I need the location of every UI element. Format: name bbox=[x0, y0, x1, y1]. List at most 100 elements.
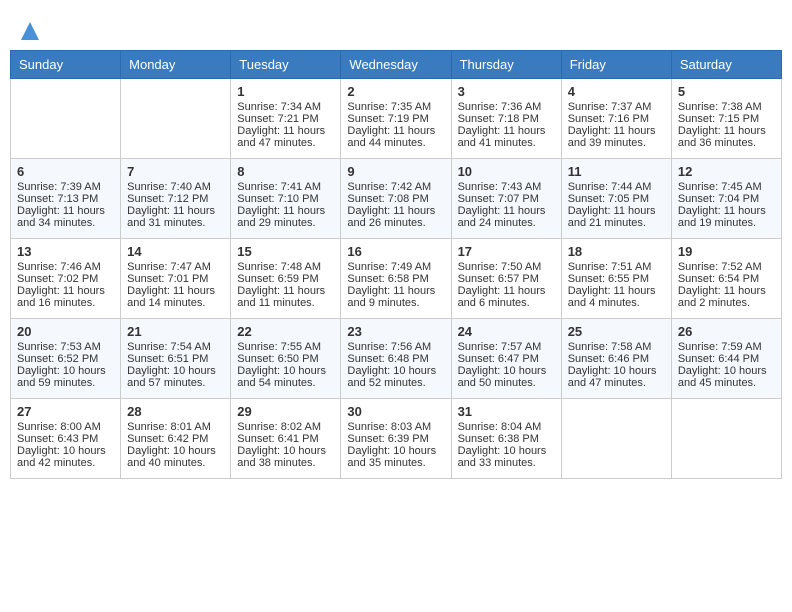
sunset-text: Sunset: 6:42 PM bbox=[127, 433, 208, 445]
daylight-text: Daylight: 11 hours and 4 minutes. bbox=[568, 285, 656, 309]
sunrise-text: Sunrise: 7:42 AM bbox=[347, 181, 431, 193]
sunrise-text: Sunrise: 8:03 AM bbox=[347, 421, 431, 433]
calendar-cell bbox=[561, 398, 671, 478]
calendar-cell: 26 Sunrise: 7:59 AM Sunset: 6:44 PM Dayl… bbox=[671, 318, 781, 398]
calendar-cell: 16 Sunrise: 7:49 AM Sunset: 6:58 PM Dayl… bbox=[341, 238, 451, 318]
calendar-week-row: 1 Sunrise: 7:34 AM Sunset: 7:21 PM Dayli… bbox=[11, 78, 782, 158]
day-number: 12 bbox=[678, 164, 775, 179]
sunrise-text: Sunrise: 7:51 AM bbox=[568, 261, 652, 273]
day-number: 14 bbox=[127, 244, 224, 259]
daylight-text: Daylight: 11 hours and 44 minutes. bbox=[347, 125, 435, 149]
calendar-cell: 12 Sunrise: 7:45 AM Sunset: 7:04 PM Dayl… bbox=[671, 158, 781, 238]
sunset-text: Sunset: 7:16 PM bbox=[568, 113, 649, 125]
sunrise-text: Sunrise: 8:02 AM bbox=[237, 421, 321, 433]
daylight-text: Daylight: 11 hours and 41 minutes. bbox=[458, 125, 546, 149]
day-number: 11 bbox=[568, 164, 665, 179]
calendar-cell: 14 Sunrise: 7:47 AM Sunset: 7:01 PM Dayl… bbox=[121, 238, 231, 318]
sunrise-text: Sunrise: 7:47 AM bbox=[127, 261, 211, 273]
daylight-text: Daylight: 10 hours and 38 minutes. bbox=[237, 445, 326, 469]
calendar-cell: 19 Sunrise: 7:52 AM Sunset: 6:54 PM Dayl… bbox=[671, 238, 781, 318]
day-of-week-header: Saturday bbox=[671, 50, 781, 78]
sunset-text: Sunset: 7:13 PM bbox=[17, 193, 98, 205]
day-of-week-header: Sunday bbox=[11, 50, 121, 78]
sunrise-text: Sunrise: 7:46 AM bbox=[17, 261, 101, 273]
day-of-week-header: Tuesday bbox=[231, 50, 341, 78]
day-number: 13 bbox=[17, 244, 114, 259]
calendar-cell: 6 Sunrise: 7:39 AM Sunset: 7:13 PM Dayli… bbox=[11, 158, 121, 238]
sunset-text: Sunset: 6:41 PM bbox=[237, 433, 318, 445]
sunrise-text: Sunrise: 7:44 AM bbox=[568, 181, 652, 193]
calendar-table: SundayMondayTuesdayWednesdayThursdayFrid… bbox=[10, 50, 782, 479]
day-number: 10 bbox=[458, 164, 555, 179]
sunrise-text: Sunrise: 7:49 AM bbox=[347, 261, 431, 273]
daylight-text: Daylight: 11 hours and 16 minutes. bbox=[17, 285, 105, 309]
sunrise-text: Sunrise: 7:39 AM bbox=[17, 181, 101, 193]
daylight-text: Daylight: 10 hours and 47 minutes. bbox=[568, 365, 657, 389]
calendar-week-row: 20 Sunrise: 7:53 AM Sunset: 6:52 PM Dayl… bbox=[11, 318, 782, 398]
calendar-cell: 18 Sunrise: 7:51 AM Sunset: 6:55 PM Dayl… bbox=[561, 238, 671, 318]
day-number: 6 bbox=[17, 164, 114, 179]
sunset-text: Sunset: 7:21 PM bbox=[237, 113, 318, 125]
calendar-cell: 7 Sunrise: 7:40 AM Sunset: 7:12 PM Dayli… bbox=[121, 158, 231, 238]
day-number: 18 bbox=[568, 244, 665, 259]
day-number: 2 bbox=[347, 84, 444, 99]
daylight-text: Daylight: 11 hours and 24 minutes. bbox=[458, 205, 546, 229]
daylight-text: Daylight: 11 hours and 19 minutes. bbox=[678, 205, 766, 229]
day-number: 20 bbox=[17, 324, 114, 339]
calendar-cell: 23 Sunrise: 7:56 AM Sunset: 6:48 PM Dayl… bbox=[341, 318, 451, 398]
daylight-text: Daylight: 10 hours and 57 minutes. bbox=[127, 365, 216, 389]
calendar-cell: 5 Sunrise: 7:38 AM Sunset: 7:15 PM Dayli… bbox=[671, 78, 781, 158]
calendar-cell: 13 Sunrise: 7:46 AM Sunset: 7:02 PM Dayl… bbox=[11, 238, 121, 318]
daylight-text: Daylight: 11 hours and 2 minutes. bbox=[678, 285, 766, 309]
calendar-cell: 10 Sunrise: 7:43 AM Sunset: 7:07 PM Dayl… bbox=[451, 158, 561, 238]
calendar-cell: 28 Sunrise: 8:01 AM Sunset: 6:42 PM Dayl… bbox=[121, 398, 231, 478]
sunset-text: Sunset: 6:55 PM bbox=[568, 273, 649, 285]
calendar-header-row: SundayMondayTuesdayWednesdayThursdayFrid… bbox=[11, 50, 782, 78]
sunrise-text: Sunrise: 8:00 AM bbox=[17, 421, 101, 433]
sunset-text: Sunset: 6:43 PM bbox=[17, 433, 98, 445]
daylight-text: Daylight: 11 hours and 36 minutes. bbox=[678, 125, 766, 149]
day-number: 9 bbox=[347, 164, 444, 179]
daylight-text: Daylight: 11 hours and 11 minutes. bbox=[237, 285, 325, 309]
calendar-cell: 25 Sunrise: 7:58 AM Sunset: 6:46 PM Dayl… bbox=[561, 318, 671, 398]
sunset-text: Sunset: 6:48 PM bbox=[347, 353, 428, 365]
sunrise-text: Sunrise: 7:50 AM bbox=[458, 261, 542, 273]
calendar-cell bbox=[11, 78, 121, 158]
calendar-week-row: 13 Sunrise: 7:46 AM Sunset: 7:02 PM Dayl… bbox=[11, 238, 782, 318]
calendar-cell: 24 Sunrise: 7:57 AM Sunset: 6:47 PM Dayl… bbox=[451, 318, 561, 398]
day-of-week-header: Thursday bbox=[451, 50, 561, 78]
daylight-text: Daylight: 10 hours and 52 minutes. bbox=[347, 365, 436, 389]
sunrise-text: Sunrise: 7:37 AM bbox=[568, 101, 652, 113]
sunset-text: Sunset: 7:05 PM bbox=[568, 193, 649, 205]
daylight-text: Daylight: 10 hours and 50 minutes. bbox=[458, 365, 547, 389]
sunset-text: Sunset: 7:04 PM bbox=[678, 193, 759, 205]
daylight-text: Daylight: 11 hours and 6 minutes. bbox=[458, 285, 546, 309]
daylight-text: Daylight: 10 hours and 42 minutes. bbox=[17, 445, 106, 469]
daylight-text: Daylight: 11 hours and 34 minutes. bbox=[17, 205, 105, 229]
sunrise-text: Sunrise: 7:36 AM bbox=[458, 101, 542, 113]
sunset-text: Sunset: 7:10 PM bbox=[237, 193, 318, 205]
sunset-text: Sunset: 6:46 PM bbox=[568, 353, 649, 365]
sunset-text: Sunset: 6:50 PM bbox=[237, 353, 318, 365]
calendar-cell: 21 Sunrise: 7:54 AM Sunset: 6:51 PM Dayl… bbox=[121, 318, 231, 398]
sunset-text: Sunset: 6:38 PM bbox=[458, 433, 539, 445]
day-number: 22 bbox=[237, 324, 334, 339]
day-number: 26 bbox=[678, 324, 775, 339]
day-number: 3 bbox=[458, 84, 555, 99]
daylight-text: Daylight: 10 hours and 59 minutes. bbox=[17, 365, 106, 389]
calendar-cell: 15 Sunrise: 7:48 AM Sunset: 6:59 PM Dayl… bbox=[231, 238, 341, 318]
calendar-cell: 1 Sunrise: 7:34 AM Sunset: 7:21 PM Dayli… bbox=[231, 78, 341, 158]
daylight-text: Daylight: 11 hours and 47 minutes. bbox=[237, 125, 325, 149]
day-number: 8 bbox=[237, 164, 334, 179]
header bbox=[10, 10, 782, 45]
calendar-cell bbox=[671, 398, 781, 478]
day-number: 4 bbox=[568, 84, 665, 99]
day-number: 24 bbox=[458, 324, 555, 339]
calendar-cell: 8 Sunrise: 7:41 AM Sunset: 7:10 PM Dayli… bbox=[231, 158, 341, 238]
day-number: 7 bbox=[127, 164, 224, 179]
sunrise-text: Sunrise: 7:54 AM bbox=[127, 341, 211, 353]
sunrise-text: Sunrise: 7:55 AM bbox=[237, 341, 321, 353]
sunset-text: Sunset: 7:15 PM bbox=[678, 113, 759, 125]
daylight-text: Daylight: 11 hours and 26 minutes. bbox=[347, 205, 435, 229]
sunset-text: Sunset: 6:47 PM bbox=[458, 353, 539, 365]
